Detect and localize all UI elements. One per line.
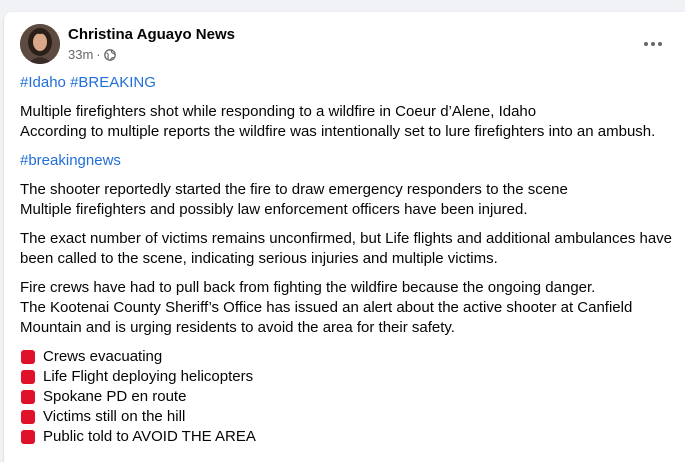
- post-card: Christina Aguayo News 33m · #Idaho #BREA…: [4, 12, 685, 462]
- red-square-icon: [21, 410, 35, 424]
- bullet-text: Crews evacuating: [43, 348, 163, 365]
- more-dot: [651, 42, 655, 46]
- more-dot: [658, 42, 662, 46]
- paragraph-1-line-1: Multiple firefighters shot while respond…: [20, 103, 537, 120]
- paragraph-4-line-1: Fire crews have had to pull back from fi…: [20, 279, 596, 296]
- paragraph-3: The exact number of victims remains unco…: [20, 230, 673, 267]
- bullet-list: Crews evacuating Life Flight deploying h…: [20, 347, 675, 447]
- bullet-item: Victims still on the hill: [20, 407, 675, 427]
- bullet-item: Public told to AVOID THE AREA: [20, 427, 675, 447]
- paragraph-2: The shooter reportedly started the fire …: [20, 180, 675, 220]
- post-body: #Idaho #BREAKING Multiple firefighters s…: [20, 73, 675, 447]
- red-square-icon: [21, 350, 35, 364]
- post-meta: 33m ·: [68, 47, 116, 62]
- red-square-icon: [21, 430, 35, 444]
- bullet-item: Life Flight deploying helicopters: [20, 367, 675, 387]
- paragraph-2-line-1: The shooter reportedly started the fire …: [20, 181, 568, 198]
- more-dot: [644, 42, 648, 46]
- paragraph-4-line-2: The Kootenai County Sheriff’s Office has…: [20, 299, 633, 336]
- hashtag-line: #breakingnews: [20, 151, 675, 171]
- globe-icon[interactable]: [103, 48, 116, 61]
- bullet-item: Crews evacuating: [20, 347, 675, 367]
- bullet-text: Victims still on the hill: [43, 408, 186, 425]
- paragraph-4: Fire crews have had to pull back from fi…: [20, 278, 675, 338]
- post-header: Christina Aguayo News 33m ·: [20, 24, 669, 68]
- author-name[interactable]: Christina Aguayo News: [68, 26, 235, 43]
- paragraph-1-line-2: According to multiple reports the wildfi…: [20, 123, 656, 140]
- avatar[interactable]: [20, 24, 60, 64]
- hashtag-breakingnews[interactable]: #breakingnews: [20, 152, 121, 169]
- red-square-icon: [21, 390, 35, 404]
- red-square-icon: [21, 370, 35, 384]
- post-time[interactable]: 33m: [68, 47, 93, 62]
- bullet-item: Spokane PD en route: [20, 387, 675, 407]
- hashtag-idaho[interactable]: #Idaho: [20, 74, 66, 91]
- paragraph-1: Multiple firefighters shot while respond…: [20, 102, 675, 142]
- hashtag-breaking[interactable]: #BREAKING: [70, 74, 156, 91]
- bullet-text: Life Flight deploying helicopters: [43, 368, 254, 385]
- hashtags-top: #Idaho #BREAKING: [20, 73, 675, 93]
- more-options-icon[interactable]: [637, 32, 669, 56]
- bullet-text: Public told to AVOID THE AREA: [43, 428, 256, 445]
- meta-separator: ·: [96, 47, 101, 62]
- bullet-text: Spokane PD en route: [43, 388, 187, 405]
- paragraph-2-line-2: Multiple firefighters and possibly law e…: [20, 201, 528, 218]
